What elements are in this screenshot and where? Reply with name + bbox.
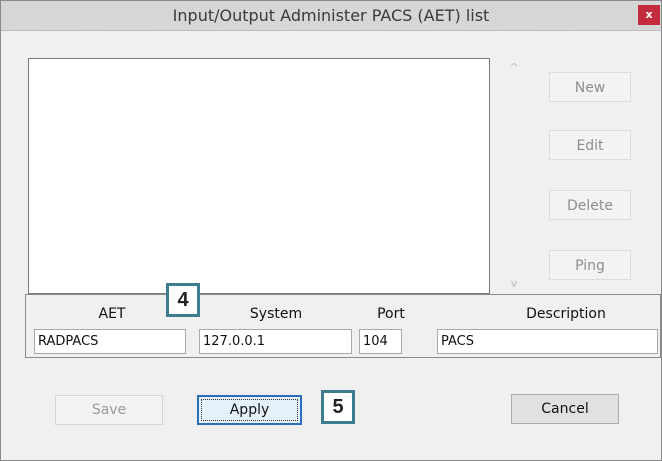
ping-button[interactable]: Ping <box>549 250 631 280</box>
window-title: Input/Output Administer PACS (AET) list <box>172 6 490 25</box>
close-icon: x <box>645 8 653 21</box>
system-label: System <box>249 306 303 322</box>
port-label: Port <box>377 306 405 322</box>
focus-rectangle <box>201 399 298 421</box>
port-input[interactable]: 104 <box>359 329 402 354</box>
aet-list[interactable] <box>28 58 490 294</box>
aet-label: AET <box>98 306 126 322</box>
description-input[interactable]: PACS <box>437 329 658 354</box>
delete-button[interactable]: Delete <box>549 190 631 220</box>
apply-button[interactable]: Apply <box>197 395 302 425</box>
aet-fields-panel: AET System Port Description RADPACS 127.… <box>25 294 661 358</box>
save-button[interactable]: Save <box>55 395 163 425</box>
callout-marker-apply: 5 <box>321 390 355 424</box>
callout-marker: 4 <box>166 283 200 317</box>
scroll-up-icon[interactable]: ^ <box>504 61 524 74</box>
aet-input[interactable]: RADPACS <box>34 329 186 354</box>
close-button[interactable]: x <box>638 5 660 25</box>
edit-button[interactable]: Edit <box>549 130 631 160</box>
cancel-button[interactable]: Cancel <box>511 394 619 424</box>
description-label: Description <box>526 306 606 322</box>
dialog-window: Input/Output Administer PACS (AET) list … <box>0 0 662 461</box>
system-input[interactable]: 127.0.0.1 <box>199 329 352 354</box>
new-button[interactable]: New <box>549 72 631 102</box>
scroll-down-icon[interactable]: v <box>504 277 524 290</box>
title-bar[interactable]: Input/Output Administer PACS (AET) list … <box>1 1 661 31</box>
